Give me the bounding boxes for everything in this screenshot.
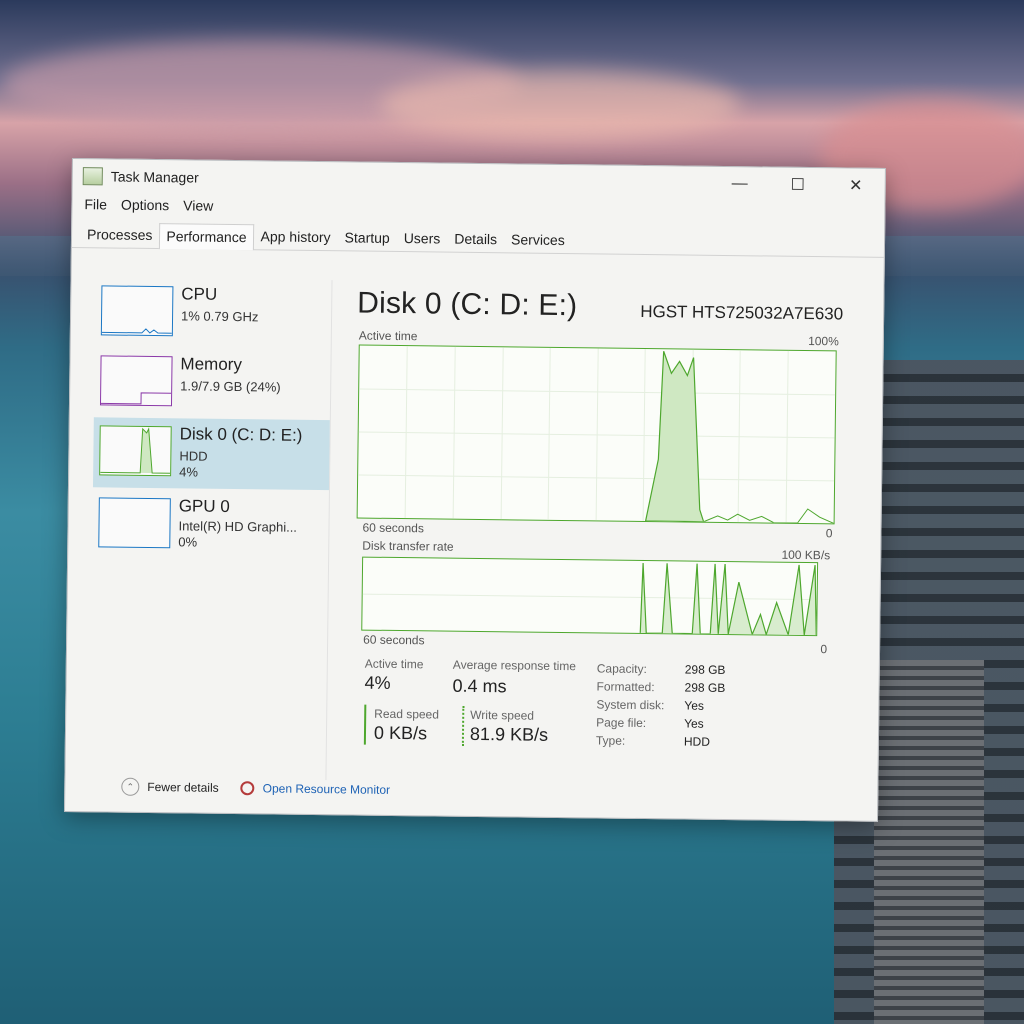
tab-performance[interactable]: Performance <box>159 223 254 251</box>
task-manager-icon <box>82 167 103 186</box>
page-file-value: Yes <box>684 716 704 731</box>
sidebar-cpu-usage: 1% 0.79 GHz <box>180 308 259 325</box>
read-speed-value: 0 KB/s <box>373 722 428 744</box>
close-button[interactable]: ✕ <box>827 168 885 203</box>
resource-monitor-icon <box>240 781 255 796</box>
read-speed-label: Read speed <box>374 706 440 722</box>
disk-detail-panel: Disk 0 (C: D: E:) HGST HTS725032A7E630 A… <box>351 280 847 786</box>
transfer-rate-graph-max: 100 KB/s <box>781 547 831 563</box>
tab-app-history[interactable]: App history <box>253 223 337 250</box>
system-disk-value: Yes <box>684 698 705 713</box>
sidebar-disk-usage: 4% <box>179 464 199 480</box>
formatted-label: Formatted: <box>596 679 655 695</box>
tab-bar: Processes Performance App history Startu… <box>71 221 885 258</box>
read-speed-indicator <box>363 704 367 745</box>
type-value: HDD <box>683 734 711 749</box>
active-time-graph <box>356 344 837 525</box>
sidebar-memory-usage: 1.9/7.9 GB (24%) <box>180 378 281 395</box>
avg-response-value: 0.4 ms <box>452 675 507 697</box>
active-time-label: Active time <box>364 656 424 672</box>
tab-details[interactable]: Details <box>447 226 504 253</box>
menu-file[interactable]: File <box>84 196 107 212</box>
type-label: Type: <box>595 733 626 748</box>
minimize-button[interactable]: — <box>711 167 769 202</box>
menu-options[interactable]: Options <box>121 197 169 214</box>
transfer-rate-graph-xlabel: 60 seconds <box>363 632 425 648</box>
transfer-rate-graph-min: 0 <box>820 642 828 657</box>
active-time-graph-xlabel: 60 seconds <box>362 520 424 536</box>
sidebar-gpu-title: GPU 0 <box>178 496 230 516</box>
sidebar-gpu-usage: 0% <box>178 534 198 550</box>
sidebar-item-cpu[interactable]: CPU 1% 0.79 GHz <box>95 277 332 350</box>
chevron-up-icon[interactable]: ⌃ <box>121 777 140 796</box>
performance-sidebar: CPU 1% 0.79 GHz Memory 1.9/7.9 GB (24%) … <box>89 277 333 781</box>
active-time-graph-label: Active time <box>358 328 418 344</box>
tab-processes[interactable]: Processes <box>80 221 160 248</box>
window-title: Task Manager <box>110 168 199 186</box>
capacity-value: 298 GB <box>684 662 726 678</box>
page-title: Disk 0 (C: D: E:) <box>357 286 578 323</box>
footer: ⌃ Fewer details Open Resource Monitor <box>121 777 391 799</box>
system-disk-label: System disk: <box>596 697 665 713</box>
tab-startup[interactable]: Startup <box>337 224 396 251</box>
task-manager-window: Task Manager — ☐ ✕ File Options View Pro… <box>64 158 886 822</box>
active-time-value: 4% <box>364 672 391 693</box>
sidebar-disk-type: HDD <box>179 448 208 464</box>
tab-users[interactable]: Users <box>397 225 448 252</box>
transfer-rate-graph <box>361 556 819 637</box>
sidebar-gpu-name: Intel(R) HD Graphi... <box>178 518 298 535</box>
fewer-details-link[interactable]: Fewer details <box>147 780 219 795</box>
tab-services[interactable]: Services <box>504 226 572 253</box>
write-speed-value: 81.9 KB/s <box>469 723 549 745</box>
avg-response-label: Average response time <box>452 657 577 674</box>
sidebar-item-gpu0[interactable]: GPU 0 Intel(R) HD Graphi... 0% <box>92 489 329 562</box>
active-time-graph-min: 0 <box>825 526 833 541</box>
sidebar-disk-title: Disk 0 (C: D: E:) <box>179 424 303 445</box>
sidebar-item-memory[interactable]: Memory 1.9/7.9 GB (24%) <box>94 347 331 420</box>
maximize-button[interactable]: ☐ <box>769 168 827 203</box>
disk-thumbnail-graph <box>99 425 172 477</box>
active-time-graph-max: 100% <box>808 334 839 349</box>
formatted-value: 298 GB <box>684 680 726 696</box>
write-speed-label: Write speed <box>470 707 535 723</box>
capacity-label: Capacity: <box>596 661 647 677</box>
sidebar-memory-title: Memory <box>180 354 243 375</box>
transfer-rate-graph-label: Disk transfer rate <box>362 538 454 554</box>
sidebar-cpu-title: CPU <box>181 284 218 304</box>
write-speed-indicator <box>461 705 465 746</box>
cpu-thumbnail-graph <box>100 285 174 337</box>
memory-thumbnail-graph <box>99 355 173 407</box>
sidebar-item-disk0[interactable]: Disk 0 (C: D: E:) HDD 4% <box>92 417 330 491</box>
page-file-label: Page file: <box>596 715 647 731</box>
open-resource-monitor-link[interactable]: Open Resource Monitor <box>263 781 391 797</box>
gpu-thumbnail-graph <box>98 497 171 549</box>
disk-model: HGST HTS725032A7E630 <box>640 301 844 324</box>
menu-view[interactable]: View <box>183 197 213 213</box>
